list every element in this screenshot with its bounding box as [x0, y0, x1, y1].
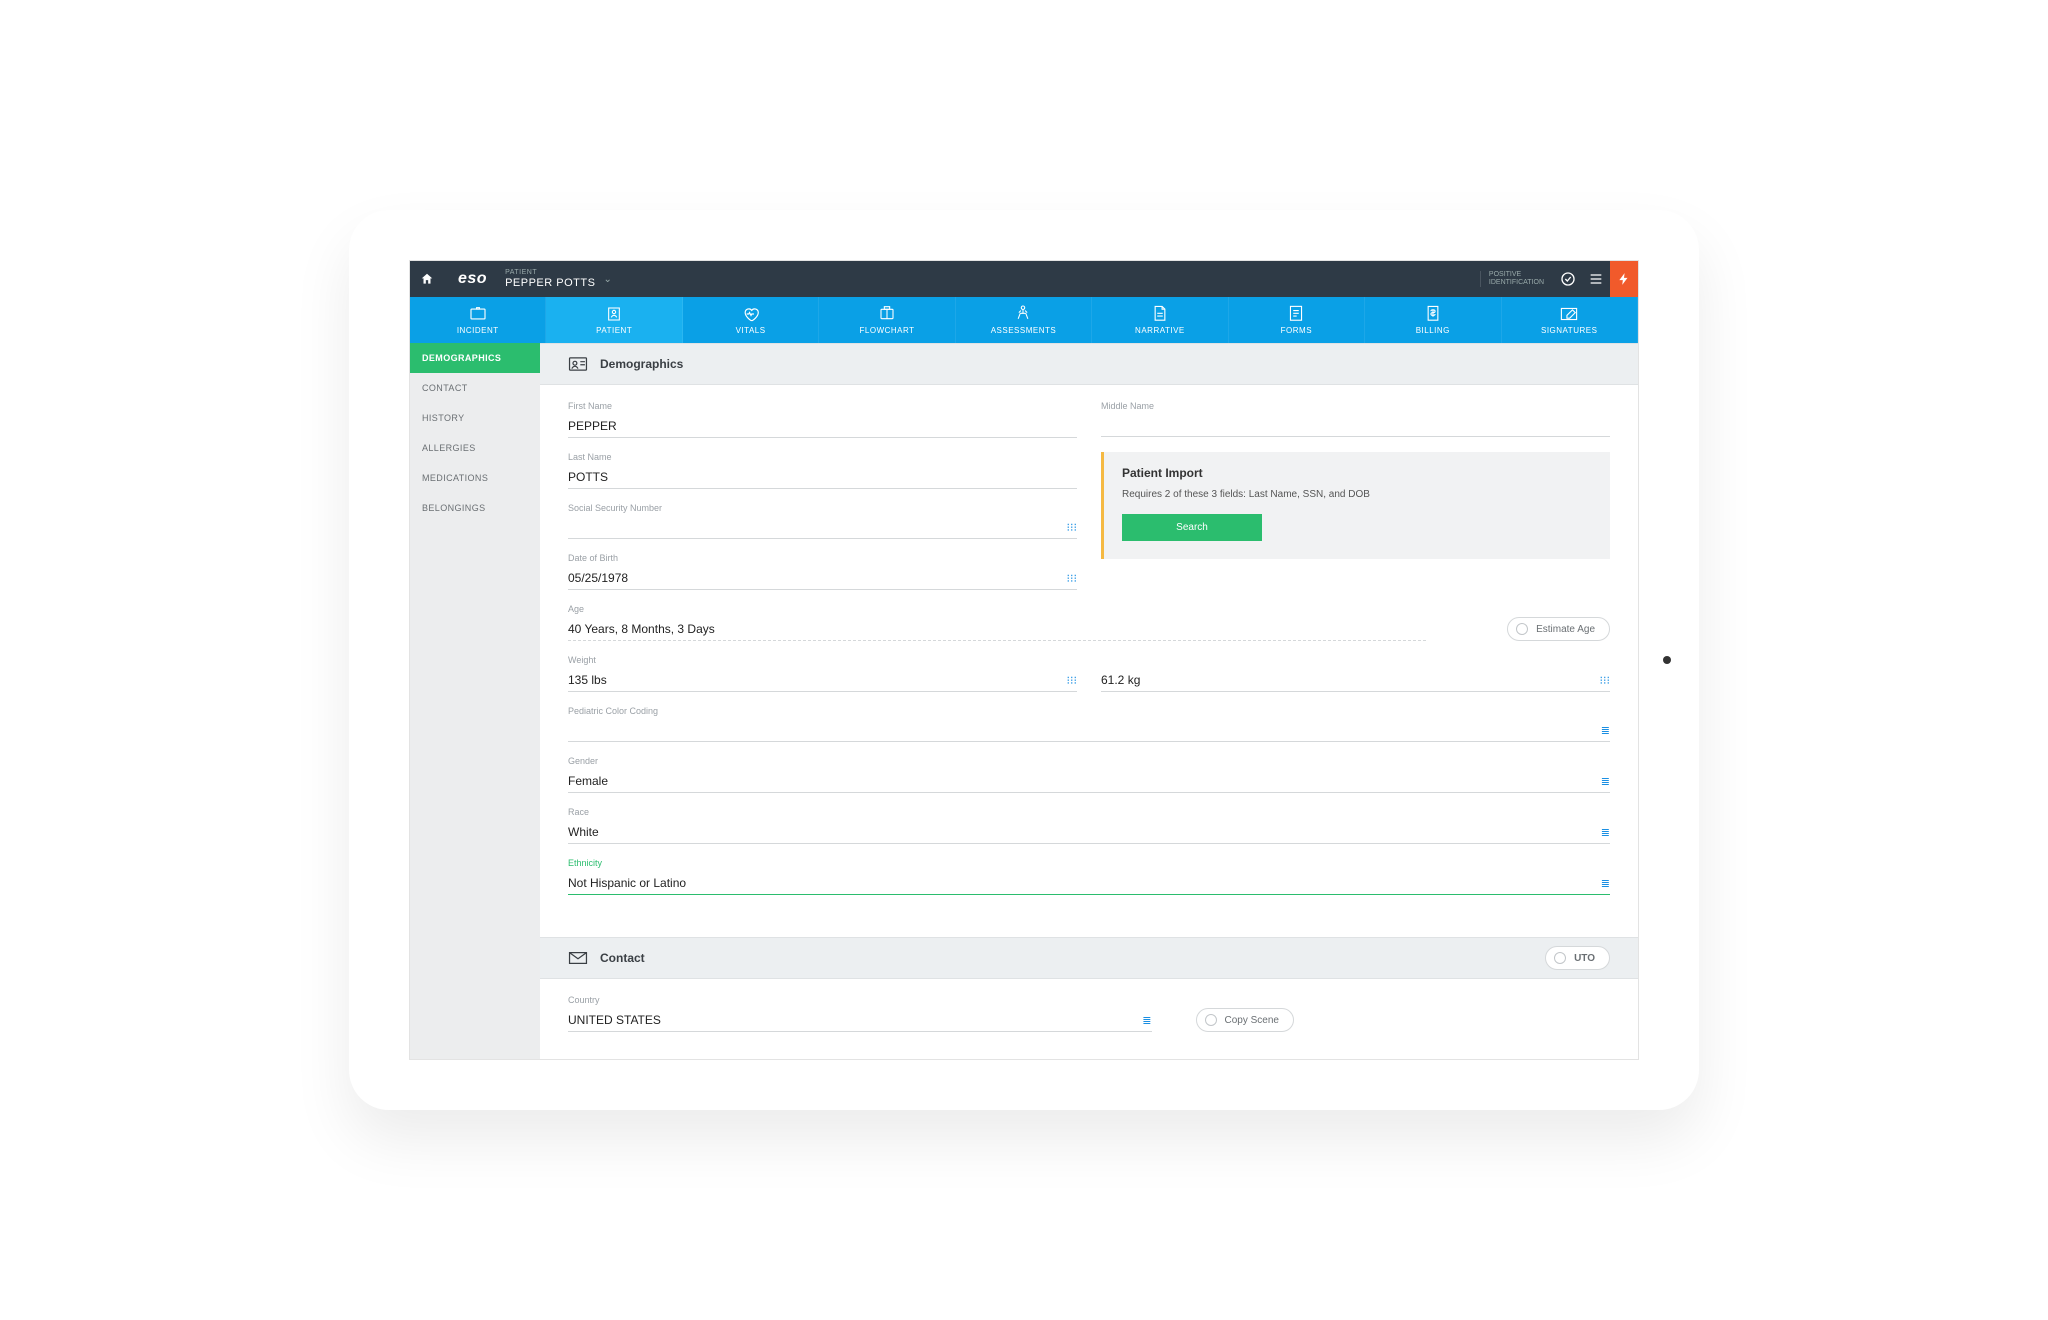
section-title: Contact [600, 951, 645, 965]
sidebar-item-allergies[interactable]: ALLERGIES [410, 433, 540, 463]
first-name-field[interactable]: First Name PEPPER [568, 401, 1077, 438]
tab-patient[interactable]: PATIENT [546, 297, 682, 343]
billing-icon [1424, 305, 1442, 323]
list-icon[interactable]: ≣ [1601, 877, 1610, 890]
list-icon[interactable]: ≣ [1142, 1014, 1151, 1027]
keypad-icon[interactable]: ⁝⁝⁝ [1600, 674, 1611, 687]
weight-lbs-input[interactable]: 135 lbs⁝⁝⁝ [568, 669, 1077, 692]
flowchart-icon [878, 305, 896, 323]
id-card-icon [568, 356, 588, 372]
list-icon[interactable]: ≣ [1601, 724, 1610, 737]
positive-id-label: POSITIVE IDENTIFICATION [1480, 271, 1554, 286]
last-name-field[interactable]: Last Name POTTS [568, 452, 1077, 489]
tab-label: SIGNATURES [1541, 326, 1597, 335]
sidebar-item-belongings[interactable]: BELONGINGS [410, 493, 540, 523]
middle-name-field[interactable]: Middle Name [1101, 401, 1610, 437]
tab-vitals[interactable]: VITALS [683, 297, 819, 343]
tab-label: ASSESSMENTS [991, 326, 1057, 335]
check-circle-icon[interactable] [1554, 261, 1582, 297]
section-title: Demographics [600, 357, 683, 371]
patient-name: PEPPER POTTS [505, 277, 595, 290]
patient-icon [605, 305, 623, 323]
app-logo: eso [444, 270, 501, 288]
tab-signatures[interactable]: SIGNATURES [1502, 297, 1638, 343]
tab-assessments[interactable]: ASSESSMENTS [956, 297, 1092, 343]
assessments-icon [1014, 305, 1032, 323]
gender-field[interactable]: Gender Female≣ [568, 756, 1610, 793]
keypad-icon[interactable]: ⁝⁝⁝ [1067, 521, 1078, 534]
weight-kg-input[interactable]: 61.2 kg⁝⁝⁝ [1101, 669, 1610, 692]
bolt-icon[interactable] [1610, 261, 1638, 297]
forms-icon [1287, 305, 1305, 323]
tab-label: VITALS [736, 326, 766, 335]
envelope-icon [568, 951, 588, 965]
keypad-icon[interactable]: ⁝⁝⁝ [1067, 674, 1078, 687]
estimate-age-button[interactable]: Estimate Age [1507, 617, 1610, 641]
tab-label: FORMS [1281, 326, 1312, 335]
sidebar: DEMOGRAPHICS CONTACT HISTORY ALLERGIES M… [410, 343, 540, 1059]
import-desc: Requires 2 of these 3 fields: Last Name,… [1122, 488, 1592, 502]
uto-button[interactable]: UTO [1545, 946, 1610, 970]
tab-label: BILLING [1416, 326, 1450, 335]
app-screen: eso PATIENT PEPPER POTTS ⌄ POSITIVE IDEN… [409, 260, 1639, 1060]
top-bar: eso PATIENT PEPPER POTTS ⌄ POSITIVE IDEN… [410, 261, 1638, 297]
home-icon[interactable] [410, 261, 444, 297]
tablet-frame: eso PATIENT PEPPER POTTS ⌄ POSITIVE IDEN… [349, 210, 1699, 1110]
tab-label: NARRATIVE [1135, 326, 1185, 335]
section-header-contact: Contact UTO [540, 937, 1638, 979]
narrative-icon [1151, 305, 1169, 323]
tab-label: FLOWCHART [860, 326, 915, 335]
dob-field[interactable]: Date of Birth 05/25/1978⁝⁝⁝ [568, 553, 1077, 590]
patient-import-card: Patient Import Requires 2 of these 3 fie… [1101, 452, 1610, 559]
tab-flowchart[interactable]: FLOWCHART [819, 297, 955, 343]
nav-tabs: INCIDENT PATIENT VITALS FLOWCHART ASSESS… [410, 297, 1638, 343]
list-icon[interactable]: ≣ [1601, 826, 1610, 839]
ssn-field[interactable]: Social Security Number ⁝⁝⁝ [568, 503, 1077, 539]
pediatric-field[interactable]: Pediatric Color Coding ≣ [568, 706, 1610, 742]
list-icon[interactable]: ≣ [1601, 775, 1610, 788]
import-title: Patient Import [1122, 466, 1592, 480]
chevron-down-icon[interactable]: ⌄ [595, 274, 619, 285]
search-button[interactable]: Search [1122, 514, 1262, 541]
tab-narrative[interactable]: NARRATIVE [1092, 297, 1228, 343]
tab-forms[interactable]: FORMS [1229, 297, 1365, 343]
tablet-home-button[interactable] [1663, 656, 1671, 664]
weight-field: Weight 135 lbs⁝⁝⁝ 61.2 kg⁝⁝⁝ [568, 655, 1610, 692]
sidebar-item-contact[interactable]: CONTACT [410, 373, 540, 403]
sidebar-item-demographics[interactable]: DEMOGRAPHICS [410, 343, 540, 373]
radio-icon [1516, 623, 1528, 635]
vitals-icon [742, 305, 760, 323]
sidebar-item-medications[interactable]: MEDICATIONS [410, 463, 540, 493]
patient-label: PATIENT [505, 269, 595, 277]
race-field[interactable]: Race White≣ [568, 807, 1610, 844]
copy-scene-button[interactable]: Copy Scene [1196, 1008, 1294, 1032]
content-area: Demographics First Name PEPPER Middle [540, 343, 1638, 1059]
incident-icon [469, 305, 487, 323]
ethnicity-field[interactable]: Ethnicity Not Hispanic or Latino≣ [568, 858, 1610, 895]
country-field[interactable]: Country UNITED STATES≣ [568, 995, 1152, 1032]
menu-icon[interactable] [1582, 261, 1610, 297]
tab-incident[interactable]: INCIDENT [410, 297, 546, 343]
signatures-icon [1560, 305, 1578, 323]
keypad-icon[interactable]: ⁝⁝⁝ [1067, 572, 1078, 585]
section-header-demographics: Demographics [540, 343, 1638, 385]
radio-icon [1205, 1014, 1217, 1026]
sidebar-item-history[interactable]: HISTORY [410, 403, 540, 433]
age-field[interactable]: Age 40 Years, 8 Months, 3 Days [568, 604, 1426, 641]
patient-selector[interactable]: PATIENT PEPPER POTTS [501, 269, 595, 290]
radio-icon [1554, 952, 1566, 964]
tab-label: PATIENT [596, 326, 632, 335]
tab-billing[interactable]: BILLING [1365, 297, 1501, 343]
tab-label: INCIDENT [457, 326, 499, 335]
